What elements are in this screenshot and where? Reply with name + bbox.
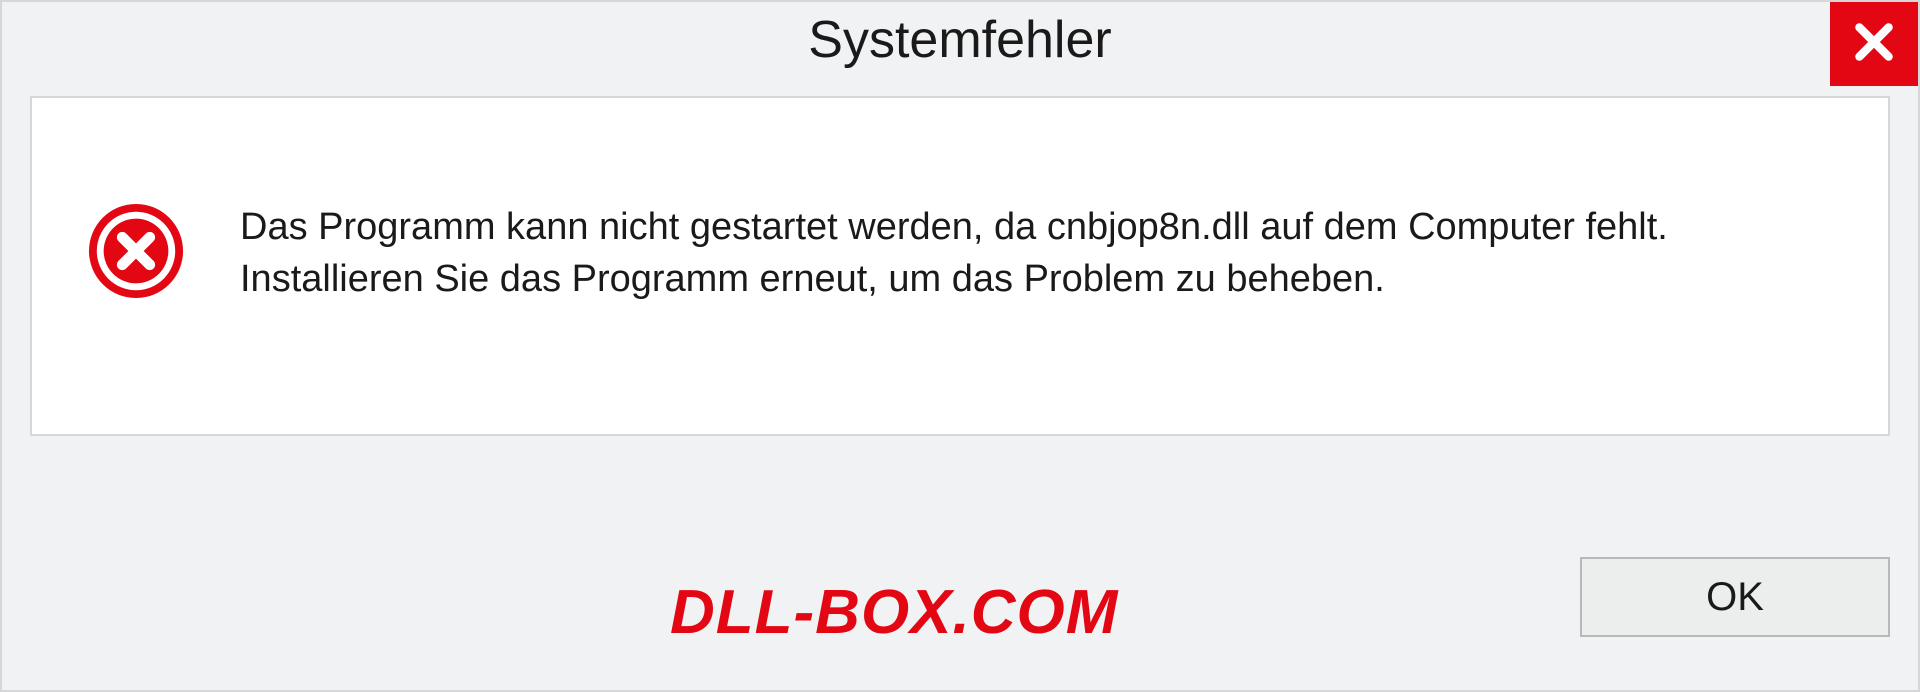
ok-button-label: OK xyxy=(1706,575,1764,620)
close-button[interactable] xyxy=(1830,2,1918,86)
error-dialog: Systemfehler Das Programm kann nicht ges… xyxy=(0,0,1920,692)
titlebar: Systemfehler xyxy=(2,2,1918,96)
dialog-title: Systemfehler xyxy=(808,10,1111,70)
dialog-footer: DLL-BOX.COM OK xyxy=(30,552,1890,672)
error-icon xyxy=(87,202,185,305)
ok-button[interactable]: OK xyxy=(1580,557,1890,637)
error-message: Das Programm kann nicht gestartet werden… xyxy=(240,202,1818,305)
close-icon xyxy=(1852,20,1896,69)
content-panel: Das Programm kann nicht gestartet werden… xyxy=(30,96,1890,436)
watermark-text: DLL-BOX.COM xyxy=(670,577,1118,648)
